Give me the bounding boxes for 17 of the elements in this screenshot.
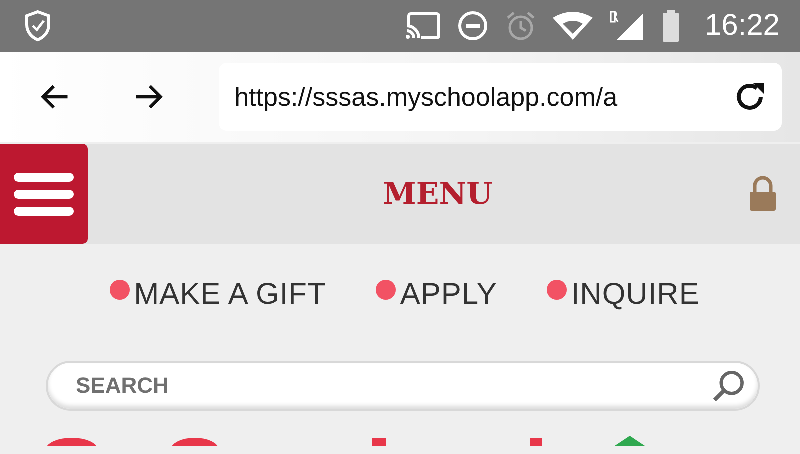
wifi-icon xyxy=(552,12,593,40)
search-field[interactable]: SEARCH xyxy=(46,361,760,411)
signal-icon xyxy=(608,10,645,42)
status-time: 16:22 xyxy=(704,9,780,43)
battery-icon xyxy=(660,9,681,43)
lock-icon[interactable] xyxy=(748,176,778,212)
quick-link[interactable]: APPLY xyxy=(376,278,498,312)
cast-icon xyxy=(404,12,441,40)
quick-link[interactable]: INQUIRE xyxy=(547,278,700,312)
alarm-icon xyxy=(504,10,537,42)
url-text: https://sssas.myschoolapp.com/a xyxy=(234,82,618,112)
address-bar[interactable]: https://sssas.myschoolapp.com/a xyxy=(218,63,782,131)
menu-title[interactable]: MENU xyxy=(88,176,748,212)
quick-link[interactable]: MAKE A GIFT xyxy=(110,278,326,312)
menu-button[interactable] xyxy=(0,144,88,244)
shield-icon xyxy=(24,10,52,42)
do-not-disturb-icon xyxy=(456,10,489,42)
